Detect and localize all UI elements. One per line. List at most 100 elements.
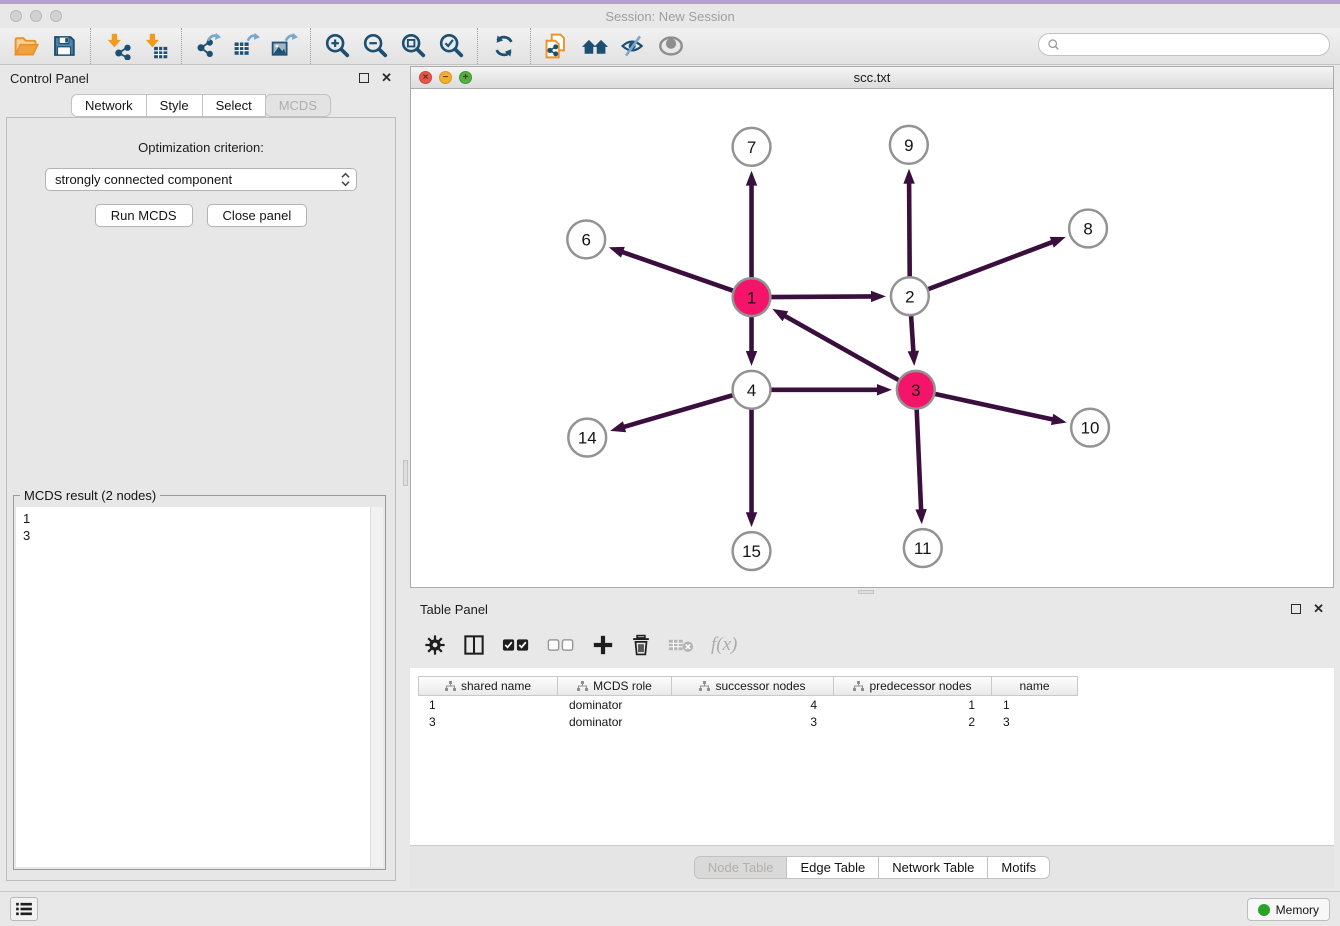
delete-column-icon[interactable] <box>631 634 651 656</box>
status-bar: Memory <box>0 891 1340 926</box>
export-network-icon[interactable] <box>193 31 223 61</box>
graph-node-2[interactable]: 2 <box>891 277 929 315</box>
network-canvas-svg: 7 9 6 8 1 2 4 3 14 10 15 11 <box>411 89 1333 587</box>
graph-node-8[interactable]: 8 <box>1069 210 1107 248</box>
close-panel-button[interactable]: Close panel <box>207 204 308 227</box>
graph-edge-1-6[interactable] <box>609 247 736 292</box>
zoom-selected-icon[interactable] <box>436 31 466 61</box>
graph-node-3[interactable]: 3 <box>897 371 935 409</box>
table-panel-title: Table Panel <box>420 602 488 617</box>
open-session-icon[interactable] <box>11 31 41 61</box>
refresh-layout-icon[interactable] <box>489 31 519 61</box>
task-history-button[interactable] <box>10 897 38 921</box>
memory-button[interactable]: Memory <box>1247 898 1330 921</box>
zoom-fit-icon[interactable] <box>398 31 428 61</box>
column-header-shared-name[interactable]: shared name <box>418 676 558 696</box>
table-cell[interactable]: dominator <box>558 696 672 713</box>
network-canvas[interactable]: 7 9 6 8 1 2 4 3 14 10 15 11 <box>411 89 1333 587</box>
split-panel-icon[interactable] <box>463 634 485 656</box>
tab-network-table[interactable]: Network Table <box>878 856 988 879</box>
tab-node-table[interactable]: Node Table <box>694 856 788 879</box>
table-cell[interactable]: 4 <box>672 696 834 713</box>
table-cell[interactable]: 1 <box>418 696 558 713</box>
zoom-out-icon[interactable] <box>360 31 390 61</box>
tab-select[interactable]: Select <box>202 94 266 117</box>
graph-node-7[interactable]: 7 <box>733 128 771 166</box>
tab-network[interactable]: Network <box>71 94 147 117</box>
graph-edge-2-8[interactable] <box>926 237 1066 290</box>
vertical-splitter[interactable] <box>402 65 410 891</box>
column-type-icon <box>699 681 710 692</box>
table-row[interactable]: 3dominator323 <box>418 713 1334 730</box>
tab-motifs[interactable]: Motifs <box>987 856 1050 879</box>
column-header-predecessor-nodes[interactable]: predecessor nodes <box>834 676 992 696</box>
save-session-icon[interactable] <box>49 31 79 61</box>
svg-text:3: 3 <box>911 381 920 400</box>
splitter-grip[interactable] <box>403 460 408 486</box>
graph-edge-1-7[interactable] <box>746 171 757 281</box>
show-graphics-details-icon[interactable] <box>656 31 686 61</box>
table-cell[interactable]: 3 <box>672 713 834 730</box>
graph-node-14[interactable]: 14 <box>568 419 606 457</box>
column-header-MCDS-role[interactable]: MCDS role <box>558 676 672 696</box>
graph-node-1[interactable]: 1 <box>733 278 771 316</box>
first-neighbors-icon[interactable] <box>580 31 610 61</box>
mcds-result-title: MCDS result (2 nodes) <box>20 488 160 503</box>
graph-edge-4-15[interactable] <box>746 407 757 527</box>
tab-style[interactable]: Style <box>146 94 203 117</box>
table-cell[interactable]: 1 <box>992 696 1078 713</box>
optimization-select[interactable]: strongly connected component <box>45 168 357 191</box>
zoom-in-icon[interactable] <box>322 31 352 61</box>
network-from-selection-icon[interactable] <box>542 31 572 61</box>
graph-node-4[interactable]: 4 <box>733 371 771 409</box>
table-float-panel-icon[interactable] <box>1291 604 1301 614</box>
table-cell[interactable]: 3 <box>992 713 1078 730</box>
h-splitter-grip[interactable] <box>858 590 874 594</box>
graph-edge-3-11[interactable] <box>915 407 926 525</box>
hide-selected-icon[interactable] <box>618 31 648 61</box>
search-field[interactable] <box>1038 33 1330 56</box>
graph-edge-2-9[interactable] <box>903 169 914 280</box>
graph-node-9[interactable]: 9 <box>890 126 928 164</box>
table-cell[interactable]: 2 <box>834 713 992 730</box>
graph-node-15[interactable]: 15 <box>733 532 771 570</box>
graph-edge-1-4[interactable] <box>746 314 757 366</box>
import-table-icon[interactable] <box>140 31 170 61</box>
deselect-all-icon[interactable] <box>547 638 575 652</box>
column-header-name[interactable]: name <box>992 676 1078 696</box>
run-mcds-button[interactable]: Run MCDS <box>95 204 193 227</box>
table-cell[interactable]: 1 <box>834 696 992 713</box>
export-table-icon[interactable] <box>231 31 261 61</box>
close-panel-icon[interactable]: ✕ <box>381 73 392 83</box>
mcds-result-scrollbar[interactable] <box>370 507 383 867</box>
column-header-successor-nodes[interactable]: successor nodes <box>672 676 834 696</box>
graph-node-6[interactable]: 6 <box>567 221 605 259</box>
graph-node-10[interactable]: 10 <box>1071 409 1109 447</box>
select-all-icon[interactable] <box>502 638 530 652</box>
search-input[interactable] <box>1065 38 1321 52</box>
select-stepper-icon <box>338 172 356 187</box>
import-network-icon[interactable] <box>102 31 132 61</box>
table-cell[interactable]: dominator <box>558 713 672 730</box>
graph-edge-3-10[interactable] <box>932 393 1066 425</box>
graph-edge-4-3[interactable] <box>768 384 891 395</box>
tab-mcds[interactable]: MCDS <box>265 94 331 117</box>
float-panel-icon[interactable] <box>359 73 369 83</box>
table-close-panel-icon[interactable]: ✕ <box>1313 604 1324 614</box>
graph-node-11[interactable]: 11 <box>904 529 942 567</box>
graph-edge-3-1[interactable] <box>772 309 901 382</box>
gear-icon[interactable] <box>424 634 446 656</box>
table-row[interactable]: 1dominator411 <box>418 696 1334 713</box>
graph-edge-1-2[interactable] <box>768 291 885 302</box>
table-cell[interactable]: 3 <box>418 713 558 730</box>
horizontal-splitter[interactable] <box>410 589 1334 595</box>
export-image-icon[interactable] <box>269 31 299 61</box>
toolbar-group-import <box>90 28 181 64</box>
table-header-row: shared nameMCDS rolesuccessor nodesprede… <box>418 676 1334 696</box>
tab-edge-table[interactable]: Edge Table <box>786 856 879 879</box>
network-view-window: × − + scc.txt 7968124314101511 <box>410 66 1334 588</box>
add-column-icon[interactable] <box>592 634 614 656</box>
graph-edge-4-14[interactable] <box>610 395 735 433</box>
graph-edge-2-3[interactable] <box>908 313 919 366</box>
main-toolbar <box>0 28 1340 65</box>
